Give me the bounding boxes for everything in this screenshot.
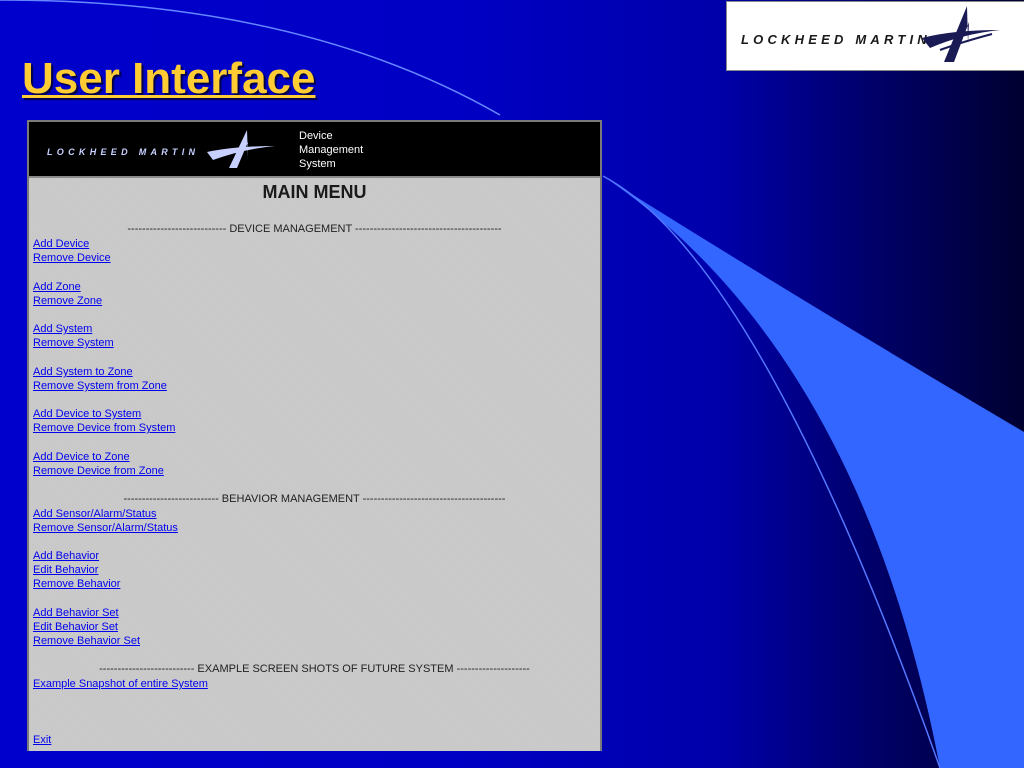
app-window: LOCKHEED MARTIN Device Management System… — [27, 120, 602, 751]
menu-title: MAIN MENU — [262, 182, 367, 202]
slide-title: User Interface — [22, 54, 316, 103]
lockheed-martin-logo: LOCKHEED MARTIN — [726, 1, 1024, 71]
remove-behavior-set-link[interactable]: Remove Behavior Set — [33, 635, 140, 647]
remove-zone-link[interactable]: Remove Zone — [33, 295, 102, 307]
add-system-link[interactable]: Add System — [33, 323, 92, 335]
section-example-screenshots: -------------------------- EXAMPLE SCREE… — [99, 663, 530, 675]
app-name: Device Management System — [299, 129, 363, 171]
app-name-line: Management — [299, 144, 364, 156]
edit-behavior-set-link[interactable]: Edit Behavior Set — [33, 621, 118, 633]
exit-link[interactable]: Exit — [33, 734, 51, 746]
add-device-link[interactable]: Add Device — [33, 238, 89, 250]
section-behavior-management: -------------------------- BEHAVIOR MANA… — [123, 493, 506, 505]
app-header: LOCKHEED MARTIN Device Management System — [29, 122, 600, 176]
app-name-line: Device — [299, 130, 333, 142]
add-zone-link[interactable]: Add Zone — [33, 281, 81, 293]
remove-behavior-link[interactable]: Remove Behavior — [33, 578, 120, 590]
section-device-management: --------------------------- DEVICE MANAG… — [127, 223, 502, 235]
remove-system-from-zone-link[interactable]: Remove System from Zone — [33, 380, 167, 392]
remove-device-link[interactable]: Remove Device — [33, 252, 111, 264]
example-snapshot-link[interactable]: Example Snapshot of entire System — [33, 678, 208, 690]
app-logo-wordmark: LOCKHEED MARTIN — [47, 147, 200, 157]
add-device-to-system-link[interactable]: Add Device to System — [33, 408, 141, 420]
remove-sensor-link[interactable]: Remove Sensor/Alarm/Status — [33, 522, 178, 534]
app-star-logo-icon — [207, 130, 275, 168]
edit-behavior-link[interactable]: Edit Behavior — [33, 564, 98, 576]
app-name-line: System — [299, 158, 336, 170]
add-behavior-link[interactable]: Add Behavior — [33, 550, 99, 562]
star-logo-icon — [922, 6, 1000, 62]
add-device-to-zone-link[interactable]: Add Device to Zone — [33, 451, 130, 463]
add-behavior-set-link[interactable]: Add Behavior Set — [33, 607, 119, 619]
remove-system-link[interactable]: Remove System — [33, 337, 114, 349]
add-sensor-link[interactable]: Add Sensor/Alarm/Status — [33, 508, 157, 520]
remove-device-from-system-link[interactable]: Remove Device from System — [33, 422, 175, 434]
logo-wordmark: LOCKHEED MARTIN — [741, 32, 931, 47]
main-menu-panel: MAIN MENU --------------------------- DE… — [29, 176, 600, 751]
add-system-to-zone-link[interactable]: Add System to Zone — [33, 366, 133, 378]
remove-device-from-zone-link[interactable]: Remove Device from Zone — [33, 465, 164, 477]
